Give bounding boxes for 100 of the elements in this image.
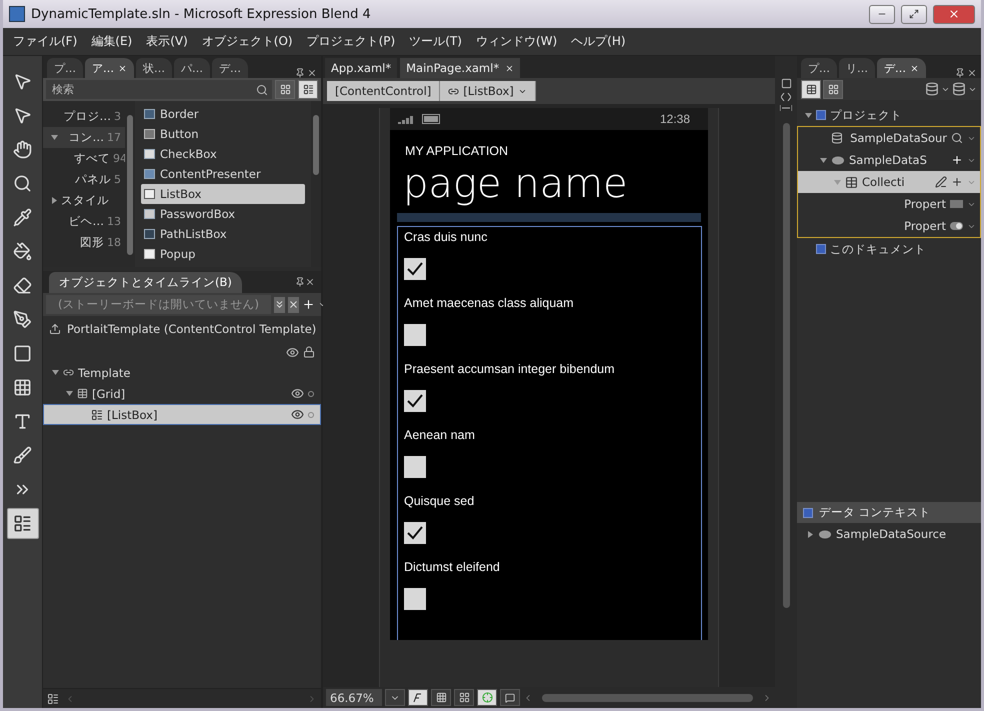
- menu-item[interactable]: オブジェクト(O): [202, 33, 293, 50]
- category-item[interactable]: すべて 94: [43, 148, 125, 169]
- menu-item[interactable]: 編集(E): [91, 33, 132, 50]
- asset-item[interactable]: PathListBox: [141, 224, 305, 244]
- expander-icon[interactable]: [66, 390, 73, 397]
- maximize-button[interactable]: [901, 4, 927, 24]
- panel-title[interactable]: オブジェクトとタイムライン(B): [49, 272, 242, 292]
- expander-icon[interactable]: [51, 134, 58, 141]
- data-tree-item[interactable]: SampleDataS: [798, 149, 980, 171]
- data-tree-item[interactable]: プロジェクト: [797, 104, 981, 126]
- horizontal-scrollbar[interactable]: [542, 694, 753, 702]
- expander-icon[interactable]: [51, 197, 58, 204]
- checkbox[interactable]: [404, 258, 426, 280]
- close-icon[interactable]: [307, 68, 317, 78]
- search-data-icon[interactable]: [951, 132, 963, 144]
- effects-button[interactable]: [408, 689, 428, 706]
- expander-icon[interactable]: [820, 156, 827, 164]
- document-tab[interactable]: MainPage.xaml*: [400, 58, 520, 78]
- eye-icon[interactable]: [291, 387, 304, 400]
- expander-icon[interactable]: [807, 530, 814, 538]
- scrollbar[interactable]: [125, 101, 135, 267]
- panel-tab[interactable]: プ…: [47, 58, 83, 78]
- category-item[interactable]: 図形 18: [43, 232, 125, 253]
- document-tab[interactable]: App.xaml*: [325, 58, 398, 78]
- asset-item[interactable]: Border: [141, 104, 305, 124]
- panel-tab[interactable]: パ…: [174, 58, 210, 78]
- pin-icon[interactable]: [955, 68, 965, 78]
- checkbox[interactable]: [404, 324, 426, 346]
- scope-up-icon[interactable]: [49, 323, 61, 335]
- plus-icon[interactable]: [302, 298, 315, 311]
- menu-item[interactable]: ウィンドウ(W): [476, 33, 558, 50]
- layers-icon[interactable]: [47, 692, 59, 704]
- details-mode-button[interactable]: [823, 80, 843, 98]
- plus-icon[interactable]: [951, 154, 963, 166]
- checkbox[interactable]: [404, 588, 426, 610]
- checkbox[interactable]: [404, 456, 426, 478]
- eye-icon[interactable]: [291, 408, 304, 421]
- asset-item[interactable]: Popup: [141, 244, 305, 264]
- close-icon[interactable]: [910, 64, 919, 72]
- category-item[interactable]: プロジ… 3: [43, 106, 125, 127]
- panel-tab[interactable]: ア…: [85, 58, 134, 78]
- annotation-button[interactable]: [500, 689, 520, 706]
- tree-item[interactable]: Template: [43, 362, 321, 383]
- code-icon[interactable]: [781, 93, 791, 101]
- breadcrumb-item[interactable]: [ListBox]: [440, 81, 536, 101]
- category-item[interactable]: ビヘ… 13: [43, 211, 125, 232]
- vertical-scrollbar[interactable]: [782, 123, 790, 608]
- tree-item[interactable]: [ListBox]: [43, 404, 321, 425]
- panel-tab[interactable]: デ…: [212, 58, 248, 78]
- list-view-button[interactable]: [298, 80, 318, 99]
- menu-item[interactable]: ファイル(F): [13, 33, 78, 50]
- snap-lines-button[interactable]: [477, 689, 497, 706]
- zoom-field[interactable]: 66.67%: [326, 689, 382, 706]
- edit-icon[interactable]: [935, 176, 947, 188]
- toggle-icon[interactable]: [950, 222, 963, 230]
- plus-icon[interactable]: [951, 176, 963, 188]
- split-icon[interactable]: [780, 105, 792, 111]
- pin-icon[interactable]: [295, 277, 305, 287]
- close-button[interactable]: [933, 4, 975, 24]
- asset-item[interactable]: PasswordBox: [141, 204, 305, 224]
- scrollbar[interactable]: [311, 101, 321, 267]
- close-storyboard-button[interactable]: [288, 296, 299, 312]
- expander-icon[interactable]: [52, 369, 59, 376]
- menu-item[interactable]: プロジェクト(P): [306, 33, 396, 50]
- close-icon[interactable]: [967, 68, 977, 78]
- data-tree-item[interactable]: Propert: [798, 193, 980, 215]
- pin-icon[interactable]: [295, 68, 305, 78]
- snap-grid-button[interactable]: [454, 689, 474, 706]
- checkbox[interactable]: [404, 390, 426, 412]
- data-tree-item[interactable]: Collecti: [798, 171, 980, 193]
- breadcrumb-item[interactable]: [ContentControl]: [327, 81, 440, 101]
- data-tree-item[interactable]: Propert: [798, 215, 980, 237]
- close-icon[interactable]: [505, 64, 514, 72]
- menu-item[interactable]: ツール(T): [409, 33, 462, 50]
- category-item[interactable]: コン… 17: [43, 127, 125, 148]
- panel-tab[interactable]: プ…: [801, 58, 837, 78]
- add-data-source-icon[interactable]: [925, 82, 939, 96]
- grid-view-button[interactable]: [275, 80, 295, 99]
- category-item[interactable]: パネル 5: [43, 169, 125, 190]
- minimize-button[interactable]: [869, 4, 895, 24]
- asset-item[interactable]: ContentPresenter: [141, 164, 305, 184]
- checkbox[interactable]: [404, 522, 426, 544]
- add-sample-data-icon[interactable]: [952, 82, 966, 96]
- list-icon[interactable]: [6, 508, 38, 539]
- data-tree-item[interactable]: SampleDataSour: [798, 127, 980, 149]
- panel-tab[interactable]: リ…: [839, 58, 875, 78]
- search-field[interactable]: 検索: [46, 80, 272, 99]
- list-box[interactable]: Cras duis nunc Amet maecenas class aliquam Praesent accumsan integer bibendum Aenean nam Quisque sed Dictumst eleifend: [397, 226, 702, 640]
- grid-button[interactable]: [431, 689, 451, 706]
- storyboard-menu-button[interactable]: [274, 296, 285, 312]
- asset-item[interactable]: CheckBox: [141, 144, 305, 164]
- selection-icon[interactable]: [780, 78, 792, 89]
- category-item[interactable]: スタイル: [43, 190, 125, 211]
- tree-item[interactable]: [Grid]: [43, 383, 321, 404]
- menu-item[interactable]: 表示(V): [146, 33, 188, 50]
- panel-tab[interactable]: 状…: [136, 58, 172, 78]
- asset-item[interactable]: Button: [141, 124, 305, 144]
- expander-icon[interactable]: [805, 112, 812, 118]
- menu-item[interactable]: ヘルプ(H): [571, 33, 626, 50]
- data-tree-item[interactable]: SampleDataSource: [797, 523, 981, 545]
